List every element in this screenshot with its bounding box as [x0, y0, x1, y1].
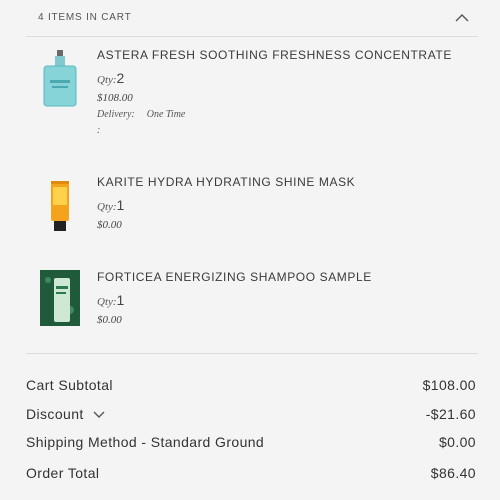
chevron-up-icon[interactable] — [454, 11, 470, 23]
product-image[interactable] — [40, 179, 80, 243]
discount-row[interactable]: Discount -$21.60 — [26, 406, 476, 426]
shipping-value: $0.00 — [438, 434, 476, 450]
qty-label: Qty: — [97, 296, 117, 308]
item-name[interactable]: FORTICEA ENERGIZING SHAMPOO SAMPLE — [97, 270, 467, 284]
discount-label[interactable]: Discount — [26, 406, 106, 423]
subtotal-row: Cart Subtotal $108.00 — [26, 377, 476, 397]
qty-label: Qty: — [97, 201, 117, 213]
item-price: $0.00 — [97, 314, 122, 326]
shipping-label: Shipping Method - Standard Ground — [26, 434, 265, 450]
product-image[interactable] — [40, 50, 80, 114]
item-delivery: Delivery: One Time — [97, 109, 467, 120]
summary-divider — [26, 353, 478, 354]
item-name[interactable]: ASTERA FRESH SOOTHING FRESHNESS CONCENTR… — [97, 48, 467, 62]
item-price: $0.00 — [97, 219, 122, 231]
delivery-value: One Time — [146, 109, 186, 120]
shipping-row: Shipping Method - Standard Ground $0.00 — [26, 434, 476, 454]
subtotal-value: $108.00 — [422, 377, 476, 393]
cart-item-count: 4 ITEMS IN CART — [38, 12, 132, 23]
item-name[interactable]: KARITE HYDRA HYDRATING SHINE MASK — [97, 175, 467, 189]
item-extra: : — [97, 125, 101, 136]
total-label: Order Total — [26, 465, 100, 481]
cart-header: 4 ITEMS IN CART — [26, 0, 478, 37]
product-image[interactable] — [40, 270, 80, 334]
qty-value: 1 — [116, 292, 125, 308]
qty-value: 2 — [116, 70, 125, 86]
item-price: $108.00 — [97, 92, 133, 104]
total-row: Order Total $86.40 — [26, 465, 476, 485]
qty-value: 1 — [116, 197, 125, 213]
qty-label: Qty: — [97, 74, 117, 86]
total-value: $86.40 — [430, 465, 476, 481]
item-qty: Qty:2 — [97, 70, 467, 86]
item-qty: Qty:1 — [97, 197, 467, 213]
discount-value: -$21.60 — [425, 406, 476, 422]
chevron-down-icon[interactable] — [92, 407, 106, 423]
discount-text: Discount — [26, 406, 84, 422]
item-qty: Qty:1 — [97, 292, 467, 308]
subtotal-label: Cart Subtotal — [26, 377, 113, 393]
delivery-label: Delivery: — [97, 109, 135, 120]
